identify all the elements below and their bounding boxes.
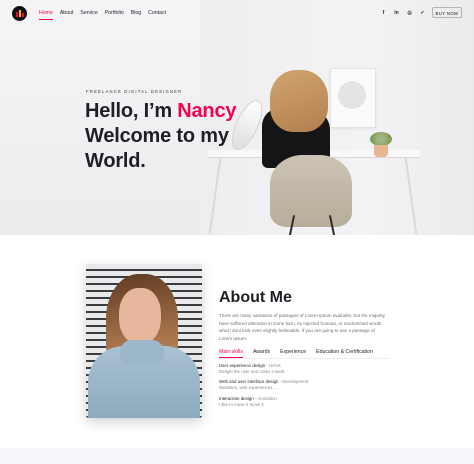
- tab-main-skills[interactable]: Main skills: [219, 349, 243, 358]
- skill-item: Web and user interface design - Developm…: [219, 379, 308, 391]
- hero-title-line2: Welcome to my: [85, 125, 229, 147]
- tab-experience[interactable]: Experience: [280, 349, 306, 355]
- nav-about[interactable]: About: [60, 10, 74, 16]
- hero-name: Nancy: [177, 100, 237, 122]
- skill-name: User experience design: [219, 363, 266, 368]
- skill-item: User experience design - UI/UX Delight t…: [219, 363, 285, 375]
- nav-service[interactable]: Service: [80, 10, 97, 16]
- hero-title-line3: World.: [85, 150, 146, 172]
- logo-icon: [16, 10, 24, 17]
- logo[interactable]: [12, 6, 27, 21]
- plant-image: [370, 132, 392, 146]
- tab-education[interactable]: Education & Certification: [316, 349, 373, 355]
- hero-subtitle: FREELANCE DIGITAL DESIGNER: [86, 89, 183, 94]
- skill-desc: Websites, web experiences, ...: [219, 385, 279, 390]
- header: Home About Service Portfolio Blog Contac…: [0, 0, 474, 28]
- hero-title-line1: Hello, I’m Nancy: [85, 100, 236, 122]
- tab-awards[interactable]: Awards: [253, 349, 270, 355]
- main-nav: Home About Service Portfolio Blog Contac…: [39, 10, 166, 20]
- wall-frame-image: [330, 68, 376, 128]
- social-links: f in ◎ ✓: [380, 10, 426, 17]
- hero-title: Hello, I’m Nancy Welcome to my World.: [85, 99, 236, 174]
- photo-face: [119, 288, 161, 344]
- skill-category: Development: [282, 379, 309, 384]
- plant-pot-image: [374, 145, 388, 157]
- skill-desc: Delight the user and make it work.: [219, 369, 286, 374]
- chair-image: [270, 155, 352, 227]
- nav-portfolio[interactable]: Portfolio: [105, 10, 124, 16]
- nav-contact[interactable]: Contact: [148, 10, 166, 16]
- woman-hair-image: [270, 70, 328, 132]
- skill-name: Interaction design: [219, 396, 254, 401]
- about-title: About Me: [219, 289, 292, 306]
- skill-category: UI/UX: [269, 363, 281, 368]
- skill-name: Web and user interface design: [219, 379, 279, 384]
- page: FREELANCE DIGITAL DESIGNER Hello, I’m Na…: [0, 0, 474, 464]
- linkedin-icon[interactable]: in: [393, 10, 400, 17]
- hero-section: FREELANCE DIGITAL DESIGNER Hello, I’m Na…: [0, 0, 474, 235]
- nav-blog[interactable]: Blog: [131, 10, 141, 16]
- skill-desc: I like to move it move it.: [219, 402, 265, 407]
- about-description: There are many variations of passages of…: [219, 313, 385, 341]
- tabs-divider: [219, 358, 389, 359]
- about-photo: [86, 264, 202, 418]
- hero-greeting: Hello, I’m: [85, 100, 178, 122]
- photo-collar: [120, 340, 164, 366]
- facebook-icon[interactable]: f: [380, 10, 387, 17]
- instagram-icon[interactable]: ◎: [406, 10, 413, 17]
- buy-now-button[interactable]: BUY NOW: [432, 7, 462, 18]
- skill-item: Interaction design - Animation I like to…: [219, 396, 277, 408]
- twitter-icon[interactable]: ✓: [419, 10, 426, 17]
- nav-home[interactable]: Home: [39, 10, 53, 20]
- about-tabs: Main skills Awards Experience Education …: [219, 349, 373, 358]
- next-section-edge: [0, 448, 474, 464]
- skill-category: Animation: [257, 396, 277, 401]
